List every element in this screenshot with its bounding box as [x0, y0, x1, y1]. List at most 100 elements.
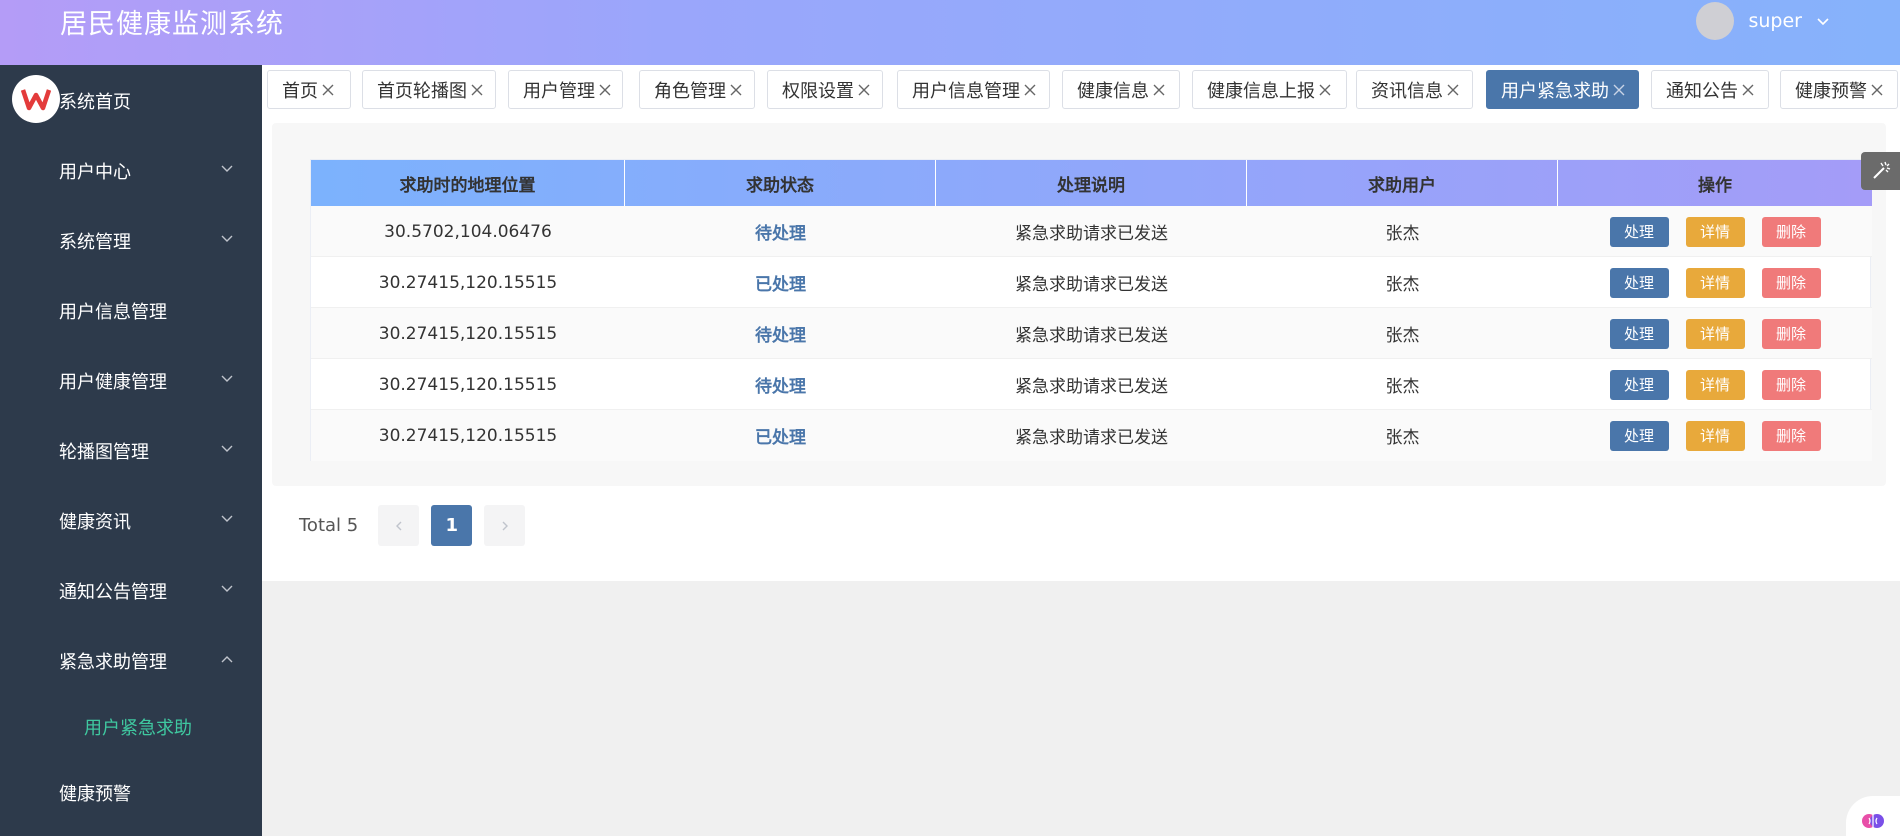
sidebar-item-emergency[interactable]: 紧急求助管理: [0, 630, 262, 690]
tab-label: 首页: [282, 80, 318, 102]
sidebar-item-label: 通知公告管理: [59, 582, 167, 603]
close-icon[interactable]: [729, 83, 743, 97]
cell-user: 张杰: [1385, 377, 1420, 397]
sidebar-item-system[interactable]: 系统管理: [0, 210, 262, 270]
handle-button[interactable]: 处理: [1609, 369, 1669, 400]
close-icon[interactable]: [857, 83, 871, 97]
tab-label: 用户紧急求助: [1501, 80, 1609, 102]
table-header: 求助时的地理位置 求助状态 处理说明 求助用户 操作: [311, 160, 1872, 206]
delete-button[interactable]: 删除: [1761, 369, 1821, 400]
close-icon[interactable]: [1023, 83, 1037, 97]
cell-note: 紧急求助请求已发送: [1015, 377, 1168, 397]
cell-note: 紧急求助请求已发送: [1015, 224, 1168, 244]
tab-user-emergency[interactable]: 用户紧急求助: [1486, 70, 1639, 109]
sidebar-item-label: 用户健康管理: [59, 372, 167, 393]
cell-actions: 处理 详情 删除: [1558, 257, 1872, 308]
table-row: 30.27415,120.15515 已处理 紧急求助请求已发送 张杰 处理 详…: [311, 257, 1872, 308]
chevron-down-icon: [221, 165, 233, 172]
chevron-right-icon: [502, 521, 508, 530]
sidebar-item-user-center[interactable]: 用户中心: [0, 140, 262, 200]
delete-button[interactable]: 删除: [1761, 318, 1821, 349]
table-row: 30.27415,120.15515 待处理 紧急求助请求已发送 张杰 处理 详…: [311, 359, 1872, 410]
tab-health-report[interactable]: 健康信息上报: [1192, 70, 1347, 109]
brain-icon: [1862, 814, 1884, 828]
handle-button[interactable]: 处理: [1609, 267, 1669, 298]
tab-home-carousel[interactable]: 首页轮播图: [362, 70, 496, 109]
cell-user: 张杰: [1385, 326, 1420, 346]
close-icon[interactable]: [1741, 83, 1755, 97]
delete-button[interactable]: 删除: [1761, 216, 1821, 247]
user-menu[interactable]: super: [1696, 2, 1830, 40]
detail-button[interactable]: 详情: [1685, 420, 1745, 451]
tab-health-info[interactable]: 健康信息: [1062, 70, 1180, 109]
cell-status: 待处理: [755, 377, 806, 397]
detail-button[interactable]: 详情: [1685, 267, 1745, 298]
detail-button[interactable]: 详情: [1685, 318, 1745, 349]
assistant-button[interactable]: [1846, 796, 1900, 836]
chevron-down-icon: [1817, 18, 1829, 26]
tab-health-alert[interactable]: 健康预警: [1780, 70, 1898, 109]
detail-button[interactable]: 详情: [1685, 369, 1745, 400]
cell-actions: 处理 详情 删除: [1558, 359, 1872, 410]
tab-user-manage[interactable]: 用户管理: [508, 70, 623, 109]
delete-button[interactable]: 删除: [1761, 267, 1821, 298]
cell-user: 张杰: [1385, 224, 1420, 244]
tab-user-info[interactable]: 用户信息管理: [897, 70, 1050, 109]
table-row: 30.5702,104.06476 待处理 紧急求助请求已发送 张杰 处理 详情…: [311, 206, 1872, 257]
close-icon[interactable]: [1446, 83, 1460, 97]
cell-location: 30.27415,120.15515: [378, 425, 558, 446]
style-tool-button[interactable]: [1861, 152, 1900, 190]
detail-button[interactable]: 详情: [1685, 216, 1745, 247]
chevron-down-icon: [221, 515, 233, 522]
table-card: 求助时的地理位置 求助状态 处理说明 求助用户 操作 30.5702,104.0…: [272, 123, 1886, 486]
sidebar-subitem-user-emergency[interactable]: 用户紧急求助: [0, 696, 262, 756]
sidebar-item-notice[interactable]: 通知公告管理: [0, 560, 262, 620]
chevron-down-icon: [221, 235, 233, 242]
sidebar-item-health-alert[interactable]: 健康预警: [0, 762, 262, 822]
tab-label: 角色管理: [654, 80, 726, 102]
delete-button[interactable]: 删除: [1761, 420, 1821, 451]
cell-actions: 处理 详情 删除: [1558, 308, 1872, 359]
handle-button[interactable]: 处理: [1609, 318, 1669, 349]
app-title: 居民健康监测系统: [60, 9, 284, 40]
pagination: Total 5 1: [299, 505, 537, 546]
tab-news-info[interactable]: 资讯信息: [1356, 70, 1473, 109]
sidebar-item-label: 系统管理: [59, 232, 131, 253]
handle-button[interactable]: 处理: [1609, 420, 1669, 451]
tab-home[interactable]: 首页: [267, 70, 351, 109]
sidebar-item-user-info[interactable]: 用户信息管理: [0, 280, 262, 340]
pagination-total: Total 5: [299, 515, 359, 536]
close-icon[interactable]: [1318, 83, 1332, 97]
sidebar-item-label: 紧急求助管理: [59, 652, 167, 673]
sidebar-item-label: 轮播图管理: [59, 442, 149, 463]
prev-page-button[interactable]: [378, 505, 420, 546]
close-icon[interactable]: [598, 83, 612, 97]
cell-actions: 处理 详情 删除: [1558, 206, 1872, 257]
column-header-note: 处理说明: [936, 160, 1247, 206]
close-icon[interactable]: [1612, 83, 1626, 97]
page-number-button[interactable]: 1: [431, 505, 473, 546]
tab-notice[interactable]: 通知公告: [1651, 70, 1769, 109]
tab-permission[interactable]: 权限设置: [767, 70, 883, 109]
cell-location: 30.5702,104.06476: [384, 221, 552, 242]
sidebar-item-carousel[interactable]: 轮播图管理: [0, 420, 262, 480]
avatar[interactable]: [1696, 2, 1735, 40]
sidebar-item-health-news[interactable]: 健康资讯: [0, 490, 262, 550]
close-icon[interactable]: [1152, 83, 1166, 97]
close-icon[interactable]: [321, 83, 335, 97]
cell-note: 紧急求助请求已发送: [1015, 428, 1168, 448]
close-icon[interactable]: [470, 83, 484, 97]
handle-button[interactable]: 处理: [1609, 216, 1669, 247]
chevron-up-icon: [221, 656, 233, 663]
next-page-button[interactable]: [484, 505, 526, 546]
sidebar-item-user-health[interactable]: 用户健康管理: [0, 350, 262, 410]
cell-actions: 处理 详情 删除: [1558, 410, 1872, 461]
tab-role-manage[interactable]: 角色管理: [639, 70, 755, 109]
close-icon[interactable]: [1870, 83, 1884, 97]
sidebar-item-label: 健康预警: [59, 784, 131, 805]
column-header-status: 求助状态: [625, 160, 936, 206]
sidebar-item-home[interactable]: 系统首页: [0, 70, 262, 130]
sidebar-item-label: 系统首页: [59, 92, 131, 113]
table-row: 30.27415,120.15515 待处理 紧急求助请求已发送 张杰 处理 详…: [311, 308, 1872, 359]
tab-label: 用户管理: [523, 80, 595, 102]
